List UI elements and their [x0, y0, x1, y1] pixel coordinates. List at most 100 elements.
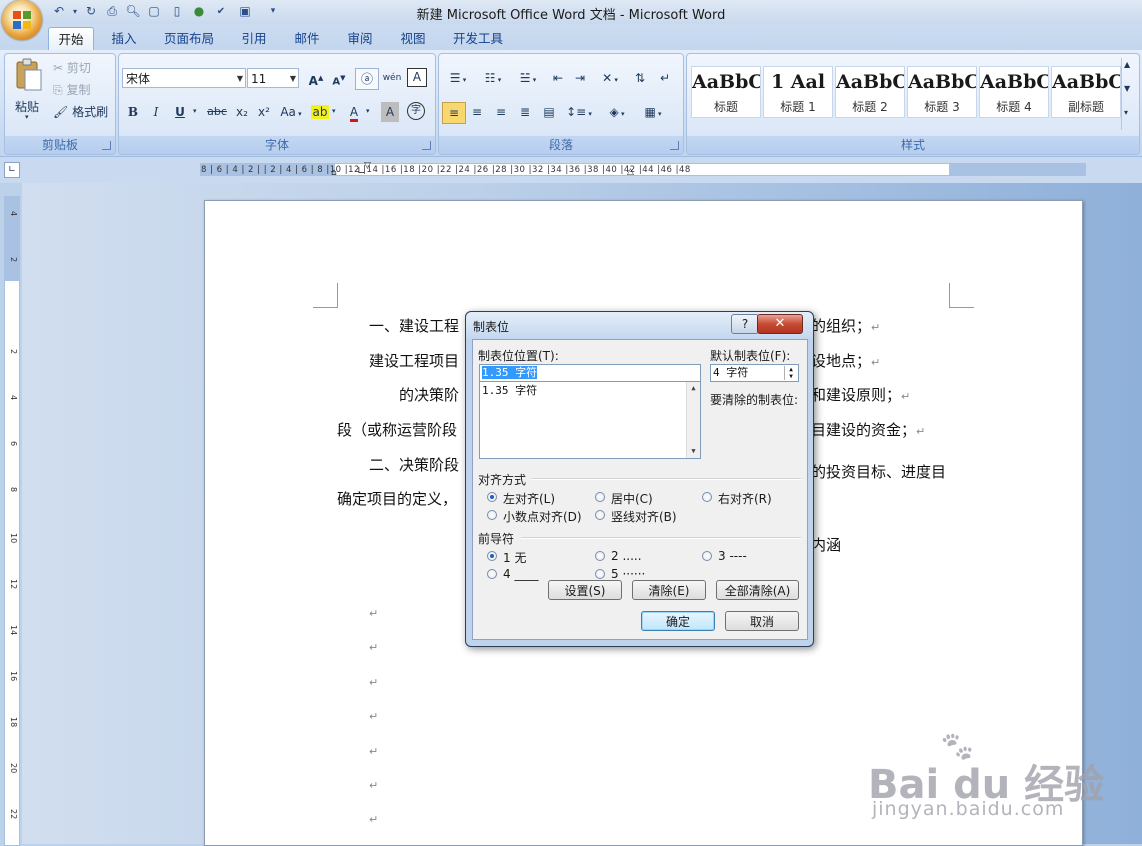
chevron-down-icon[interactable]: ▼ [1124, 84, 1130, 93]
alignment-radio[interactable] [595, 510, 605, 520]
align-right-button[interactable]: ≡ [490, 102, 512, 122]
tab-list-item[interactable]: 1.35 字符 [482, 383, 700, 398]
borders-button[interactable]: ▦ ▾ [637, 102, 669, 122]
align-left-button[interactable]: ≡ [442, 102, 466, 124]
decrease-indent-button[interactable]: ⇤ [547, 68, 569, 88]
tab-stop-marker-icon[interactable]: ∟ [357, 166, 365, 177]
dialog-titlebar[interactable]: 制表位 ? ✕ [466, 312, 813, 339]
underline-button[interactable]: U [169, 102, 191, 122]
multilevel-list-button[interactable]: ☱ ▾ [512, 68, 544, 88]
left-indent-marker-icon[interactable]: ⌂ [331, 168, 337, 178]
tab-mailings[interactable]: 邮件 [285, 27, 329, 50]
alignment-radio[interactable] [487, 510, 497, 520]
spinner[interactable]: ▲ ▼ [784, 366, 797, 380]
chinese-layout-button[interactable]: ✕ ▾ [594, 68, 626, 88]
set-button[interactable]: 设置(S) [548, 580, 622, 600]
alignment-radio[interactable] [487, 492, 497, 502]
alignment-radio[interactable] [595, 492, 605, 502]
close-button[interactable]: ✕ [757, 314, 803, 334]
style-tile[interactable]: AaBbC 标题 4 [979, 66, 1049, 118]
paste-button[interactable]: 粘贴 ▾ [11, 58, 47, 121]
clear-format-button[interactable]: ⓐ [355, 68, 379, 90]
tab-insert[interactable]: 插入 [102, 27, 146, 50]
spin-down-icon[interactable]: ▼ [785, 373, 797, 380]
superscript-button[interactable]: x² [253, 102, 275, 122]
style-gallery-scroll[interactable]: ▲ ▼ ▾ [1121, 58, 1136, 130]
list-scrollbar[interactable]: ▲ ▼ [686, 382, 700, 458]
sort-button[interactable]: ⇅ [629, 68, 651, 88]
leader-option-label[interactable]: 1 无 [503, 549, 526, 566]
leader-radio[interactable] [595, 569, 605, 579]
italic-button[interactable]: I [145, 102, 167, 122]
highlight-button[interactable]: ab [309, 102, 331, 122]
enclose-char-button[interactable]: 字 [407, 102, 425, 120]
numbering-button[interactable]: ☷ ▾ [477, 68, 509, 88]
shading-button[interactable]: ◈ ▾ [601, 102, 633, 122]
char-border-button[interactable]: A [407, 68, 427, 87]
leader-radio[interactable] [595, 551, 605, 561]
right-indent-marker-icon[interactable]: △ [627, 167, 634, 177]
copy-button[interactable]: ⎘ 复制 [53, 80, 90, 100]
subscript-button[interactable]: x₂ [231, 102, 253, 122]
alignment-radio[interactable] [702, 492, 712, 502]
clear-button[interactable]: 清除(E) [632, 580, 706, 600]
highlight-dropdown-icon[interactable]: ▾ [332, 107, 336, 115]
tab-developer[interactable]: 开发工具 [446, 27, 510, 50]
leader-option-label[interactable]: 5 ······ [611, 567, 645, 581]
tab-page-layout[interactable]: 页面布局 [158, 27, 220, 50]
leader-option-label[interactable]: 2 ..... [611, 549, 642, 563]
office-button[interactable] [2, 0, 42, 40]
change-case-button[interactable]: Aa ▾ [277, 102, 305, 122]
alignment-option-label[interactable]: 小数点对齐(D) [503, 508, 582, 525]
cut-button[interactable]: ✂ 剪切 [53, 58, 91, 78]
leader-radio[interactable] [487, 569, 497, 579]
cancel-button[interactable]: 取消 [725, 611, 799, 631]
shrink-font-button[interactable]: A▼ [328, 68, 350, 88]
show-marks-button[interactable]: ↵ [654, 68, 676, 88]
grow-font-button[interactable]: A▲ [305, 68, 327, 88]
format-painter-button[interactable]: 🖌︎ 格式刷 [53, 102, 108, 122]
font-color-button[interactable]: A [343, 102, 365, 122]
strikethrough-button[interactable]: abc [203, 102, 231, 122]
scroll-down-icon[interactable]: ▼ [687, 445, 700, 458]
alignment-option-label[interactable]: 竖线对齐(B) [611, 508, 677, 525]
font-size-combo[interactable]: 11 ▼ [247, 68, 299, 88]
default-tab-input[interactable]: 4 字符 ▲ ▼ [710, 364, 799, 382]
style-tile[interactable]: AaBbCc 标题 2 [835, 66, 905, 118]
tab-home[interactable]: 开始 [48, 27, 94, 51]
vertical-ruler[interactable]: 4 2 2 4 6 8 10 12 14 16 18 20 22 [4, 196, 20, 846]
style-tile[interactable]: 1 Aal 标题 1 [763, 66, 833, 118]
tab-view[interactable]: 视图 [391, 27, 435, 50]
phonetic-guide-button[interactable]: wén [381, 68, 403, 88]
font-color-dropdown-icon[interactable]: ▾ [366, 107, 370, 115]
tab-position-input[interactable]: 1.35 字符 [479, 364, 701, 382]
increase-indent-button[interactable]: ⇥ [569, 68, 591, 88]
font-launcher-icon[interactable] [422, 141, 431, 150]
style-tile[interactable]: AaBbC 标题 3 [907, 66, 977, 118]
clipboard-launcher-icon[interactable] [102, 141, 111, 150]
underline-dropdown-icon[interactable]: ▾ [193, 107, 197, 115]
bold-button[interactable]: B [122, 102, 144, 122]
bullets-button[interactable]: ☰ ▾ [442, 68, 474, 88]
style-tile[interactable]: AaBbC 副标题 [1051, 66, 1121, 118]
line-spacing-button[interactable]: ↕≡ ▾ [563, 102, 595, 122]
tab-references[interactable]: 引用 [232, 27, 276, 50]
alignment-option-label[interactable]: 右对齐(R) [718, 490, 772, 507]
align-center-button[interactable]: ≡ [466, 102, 488, 122]
leader-option-label[interactable]: 3 ---- [718, 549, 747, 563]
distributed-button[interactable]: ▤ [538, 102, 560, 122]
alignment-option-label[interactable]: 居中(C) [611, 490, 653, 507]
leader-radio[interactable] [702, 551, 712, 561]
help-button[interactable]: ? [731, 314, 759, 334]
char-shading-button[interactable]: A [381, 102, 399, 122]
tab-selector-button[interactable]: ∟ [4, 162, 20, 178]
alignment-option-label[interactable]: 左对齐(L) [503, 490, 555, 507]
clear-all-button[interactable]: 全部清除(A) [716, 580, 799, 600]
chevron-up-icon[interactable]: ▲ [1124, 60, 1130, 69]
ok-button[interactable]: 确定 [641, 611, 715, 631]
font-name-combo[interactable]: 宋体 ▼ [122, 68, 246, 88]
paragraph-launcher-icon[interactable] [670, 141, 679, 150]
justify-button[interactable]: ≣ [514, 102, 536, 122]
style-tile[interactable]: AaBbC 标题 [691, 66, 761, 118]
tab-position-list[interactable]: 1.35 字符 ▲ ▼ [479, 381, 701, 459]
